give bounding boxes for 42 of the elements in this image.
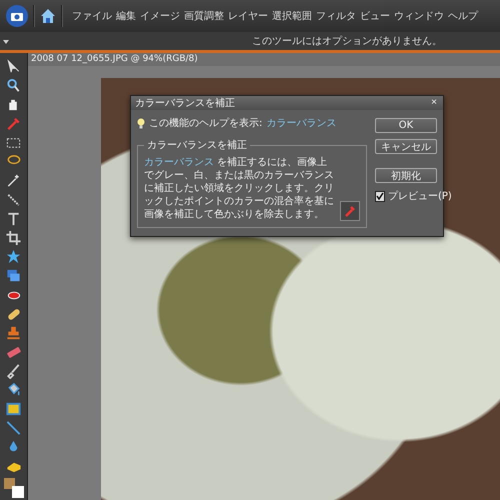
dialog-title: カラーバランスを補正 xyxy=(135,96,235,110)
line-icon[interactable] xyxy=(5,420,22,436)
eyedropper-icon xyxy=(344,205,356,217)
color-swatches-icon[interactable] xyxy=(2,477,24,499)
eyedropper-button[interactable] xyxy=(340,201,360,221)
gradient-icon[interactable] xyxy=(5,401,22,417)
zoom-icon[interactable] xyxy=(5,78,22,94)
brush-icon[interactable] xyxy=(5,363,22,379)
menu-item[interactable]: ヘルプ xyxy=(446,9,480,23)
menu-item[interactable]: レイヤー xyxy=(226,9,270,23)
dialog-button[interactable]: キャンセル xyxy=(375,139,437,154)
dropdown-caret-icon[interactable] xyxy=(3,40,9,44)
help-label: この機能のヘルプを表示: xyxy=(149,116,262,130)
menu-item[interactable]: フィルタ xyxy=(314,9,358,23)
menu-item[interactable]: ファイル xyxy=(70,9,114,23)
camera-logo-icon[interactable] xyxy=(6,5,28,27)
dialog-button[interactable]: OK xyxy=(375,118,437,133)
preview-label: プレビュー(P) xyxy=(388,190,452,203)
color-balance-link[interactable]: カラーバランス xyxy=(144,157,214,168)
menu-item[interactable]: 選択範囲 xyxy=(270,9,314,23)
star-icon[interactable] xyxy=(5,249,22,265)
move-icon[interactable] xyxy=(5,59,22,75)
close-button[interactable]: × xyxy=(429,97,439,109)
crop-icon[interactable] xyxy=(5,230,22,246)
preview-checkbox[interactable] xyxy=(375,190,385,202)
document-title: 2008 07 12_0655.JPG @ 94%(RGB/8) xyxy=(28,53,500,66)
layers-icon[interactable] xyxy=(5,268,22,284)
stamp-icon[interactable] xyxy=(5,325,22,341)
menu-item[interactable]: ウィンドウ xyxy=(392,9,446,23)
options-message: このツールにはオプションがありません。 xyxy=(252,34,442,48)
selection-brush-icon[interactable] xyxy=(5,192,22,208)
menu-item[interactable]: 画質調整 xyxy=(182,9,226,23)
menu-item[interactable]: ビュー xyxy=(358,9,392,23)
menu-item[interactable]: イメージ xyxy=(138,9,182,23)
menu-item[interactable]: 編集 xyxy=(114,9,138,23)
home-icon[interactable] xyxy=(40,8,56,24)
dialog-button[interactable]: 初期化 xyxy=(375,168,437,183)
instructions-text: カラーバランス を補正するには、画像上でグレー、白、または黒のカラーバランスに補正したい領域をクリックします。クリックしたポイントのカラーの混合率を基に画像を補正して色かぶりを除去します。 xyxy=(144,156,334,221)
group-title: カラーバランスを補正 xyxy=(146,138,248,152)
eraser-icon[interactable] xyxy=(5,344,22,360)
lightbulb-icon xyxy=(137,118,145,128)
help-link[interactable]: カラーバランス xyxy=(266,116,336,130)
